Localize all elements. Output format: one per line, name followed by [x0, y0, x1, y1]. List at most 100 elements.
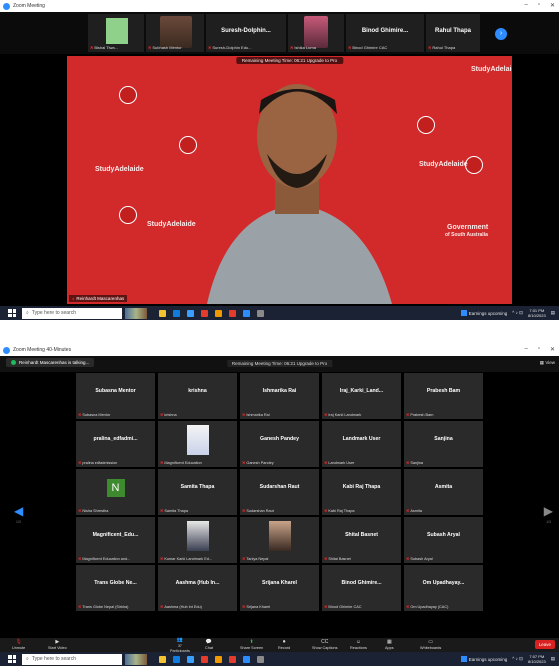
chrome-profile-icon[interactable] [215, 655, 222, 663]
muted-mic-icon: ✖ [78, 508, 82, 513]
windows-start-icon[interactable] [8, 309, 16, 317]
participant-tile[interactable]: Aashma (Hub In... ✖ Aashma (Hub Int Edu) [158, 565, 237, 611]
participant-tile[interactable]: Magnificent_Edu... ✖ Magnificent Education… [76, 517, 155, 563]
participant-label: Bishal Tiwa... [94, 45, 118, 50]
tray-icons[interactable]: ^ ♪ ⊡ [512, 656, 523, 662]
search-icon: ⌕ [26, 656, 29, 662]
participant-tile[interactable]: ✖ Magnificent Education [158, 421, 237, 467]
muted-mic-icon: ✖ [324, 604, 328, 609]
chrome-icon[interactable] [201, 309, 208, 317]
app-icon[interactable] [257, 309, 264, 317]
whiteboards-icon: ▭ [428, 639, 434, 645]
participant-tile[interactable]: Om Upadhayay... ✖ Om Upadhayay (CAC) [404, 565, 483, 611]
participant-label: Kumar Karki Landmark Ed... [164, 556, 213, 561]
participant-tile[interactable]: Binod Ghimire... ✖ Binod Ghimire CAC [322, 565, 401, 611]
whiteboards-button[interactable]: ▭ Whiteboards [420, 638, 441, 652]
taskbar-search-input[interactable]: ⌕ Type here to search [22, 653, 122, 665]
participant-tile[interactable]: Samita Thapa ✖ Samita Thapa [158, 469, 237, 515]
maximize-button[interactable]: ▫ [538, 2, 540, 9]
muted-mic-icon: ✖ [148, 45, 152, 50]
chat-button[interactable]: 💬 Chat [205, 638, 213, 652]
participant-tile[interactable]: krishna ✖ krishna [158, 373, 237, 419]
participant-tile[interactable]: Iraj_Karki_Land... ✖ Iraj Karki Landmark [322, 373, 401, 419]
close-button[interactable]: ✕ [550, 346, 555, 353]
store-icon[interactable] [187, 309, 194, 317]
share-screen-button[interactable]: ⬆ Share Screen [240, 638, 263, 652]
participant-tile[interactable]: Trans Globe Ne... ✖ Trans Globe Nepal (Sir… [76, 565, 155, 611]
taskbar-news-widget[interactable]: Earnings upcoming [460, 656, 507, 662]
participant-tile[interactable]: ✖ Taniya Nepal [240, 517, 319, 563]
meeting-time-banner[interactable]: Remaining Meeting Time: 06:21 Upgrade to… [226, 360, 333, 367]
maximize-button[interactable]: ▫ [538, 346, 540, 353]
taskbar-search-input[interactable]: ⌕ Type here to search [22, 307, 122, 319]
participant-label: Aashma (Hub Int Edu) [164, 604, 202, 609]
participant-tile[interactable]: Rahul Thapa ✖ Rahul Thapa [426, 14, 480, 52]
tray-icons[interactable]: ^ ♪ ⊡ [512, 310, 523, 316]
chrome-profile-icon[interactable] [215, 309, 222, 317]
prev-page-arrow-icon[interactable]: ◀ [14, 504, 23, 518]
participant-label: Subhash Mentor [152, 45, 182, 50]
participant-tile[interactable]: ✖ Kumar Karki Landmark Ed... [158, 517, 237, 563]
participant-tile[interactable]: Landmark User ✖ Landmark User [322, 421, 401, 467]
record-button[interactable]: ⏺ Record [278, 638, 290, 652]
participant-tile[interactable]: Shital Basnet ✖ Shital Basnet [322, 517, 401, 563]
show-captions-button[interactable]: CC Show Captions [312, 638, 338, 652]
participant-tile[interactable]: N ✖ Nisha Shrestha [76, 469, 155, 515]
apps-button[interactable]: ▦ Apps [385, 638, 394, 652]
participant-tile[interactable]: Asmita ✖ Asmita [404, 469, 483, 515]
muted-mic-icon: ✖ [324, 412, 328, 417]
edge-icon[interactable] [173, 309, 180, 317]
taskbar-clock[interactable]: 7:01 PM 8/10/2023 [528, 308, 546, 318]
participant-name: Subasna Mentor [95, 388, 136, 394]
windows-start-icon[interactable] [8, 655, 16, 663]
notification-icon[interactable]: ▤ [551, 656, 555, 662]
chrome-profile-icon[interactable] [229, 655, 236, 663]
participant-tile[interactable]: ✖ Subhash Mentor [146, 14, 204, 52]
participant-tile[interactable]: ✖ Bishal Tiwa... [88, 14, 144, 52]
participant-tile[interactable]: Suresh-Dolphin... ✖ Suresh-Dolphin Edu... [206, 14, 286, 52]
start-video-button[interactable]: ▶ Start Video [48, 638, 67, 652]
app-icon[interactable] [257, 655, 264, 663]
view-button[interactable]: ▦ View [540, 360, 555, 366]
participant-tile[interactable]: Prabesh Bam ✖ Prabesh Bam [404, 373, 483, 419]
close-button[interactable]: ✕ [550, 2, 555, 9]
apps-icon: ▦ [386, 639, 392, 645]
participant-tile[interactable]: Sudarshan Raut ✖ Sudarshan Raut [240, 469, 319, 515]
participant-label: Om Upadhayay (CAC) [410, 604, 449, 609]
chrome-icon[interactable] [201, 655, 208, 663]
participant-tile[interactable]: Ganesh Pandey ✖ Ganesh Pandey [240, 421, 319, 467]
participants-button[interactable]: 👥 37 Participants [170, 637, 190, 653]
security-shield-icon[interactable] [11, 360, 16, 365]
participant-tile[interactable]: Sanjina ✖ Sanjina [404, 421, 483, 467]
participant-tile[interactable]: ✖ Ishika Luma [288, 14, 344, 52]
participant-tile[interactable]: Subasna Mentor ✖ Subasna Mentor [76, 373, 155, 419]
store-icon[interactable] [187, 655, 194, 663]
unmute-button[interactable]: 🎙 Unmute [12, 638, 25, 652]
taskbar-clock[interactable]: 7:07 PM 8/10/2023 [528, 654, 546, 664]
meeting-time-banner[interactable]: Remaining Meeting Time: 06:21 Upgrade to… [235, 57, 344, 64]
notification-icon[interactable]: ▤ [551, 310, 555, 316]
participant-tile[interactable]: Ishmarika Rai ✖ Ishmarika Rai [240, 373, 319, 419]
file-explorer-icon[interactable] [159, 655, 166, 663]
edge-icon[interactable] [173, 655, 180, 663]
chrome-profile-icon[interactable] [229, 309, 236, 317]
participant-name: Magnificent_Edu... [92, 532, 139, 538]
participant-tile[interactable]: Binod Ghimire... ✖ Binod Ghimire CAC [346, 14, 424, 52]
profile-photo [186, 521, 209, 551]
minimize-button[interactable]: – [524, 2, 527, 9]
next-page-arrow-icon[interactable]: › [495, 28, 507, 40]
participant-tile[interactable]: Subash Aryal ✖ Subash Aryal [404, 517, 483, 563]
file-explorer-icon[interactable] [159, 309, 166, 317]
zoom-icon[interactable] [243, 309, 250, 317]
next-page-arrow-icon[interactable]: ▶ [544, 504, 553, 518]
reactions-button[interactable]: ☺ Reactions [350, 638, 367, 652]
window-titlebar: Zoom Meeting 40-Minutes – ▫ ✕ [0, 344, 559, 356]
participant-tile[interactable]: pralina_edfadmi... ✖ pralina edfadmission [76, 421, 155, 467]
minimize-button[interactable]: – [524, 346, 527, 353]
zoom-icon[interactable] [243, 655, 250, 663]
participant-tile[interactable]: Srijana Kharel ✖ Srijana Kharel [240, 565, 319, 611]
leave-button[interactable]: Leave [534, 640, 555, 649]
participant-tile[interactable]: Kabi Raj Thapa ✖ Kabi Raj Thapa [322, 469, 401, 515]
muted-mic-icon: ✖ [242, 508, 246, 513]
taskbar-news-widget[interactable]: Earnings upcoming [460, 310, 507, 316]
